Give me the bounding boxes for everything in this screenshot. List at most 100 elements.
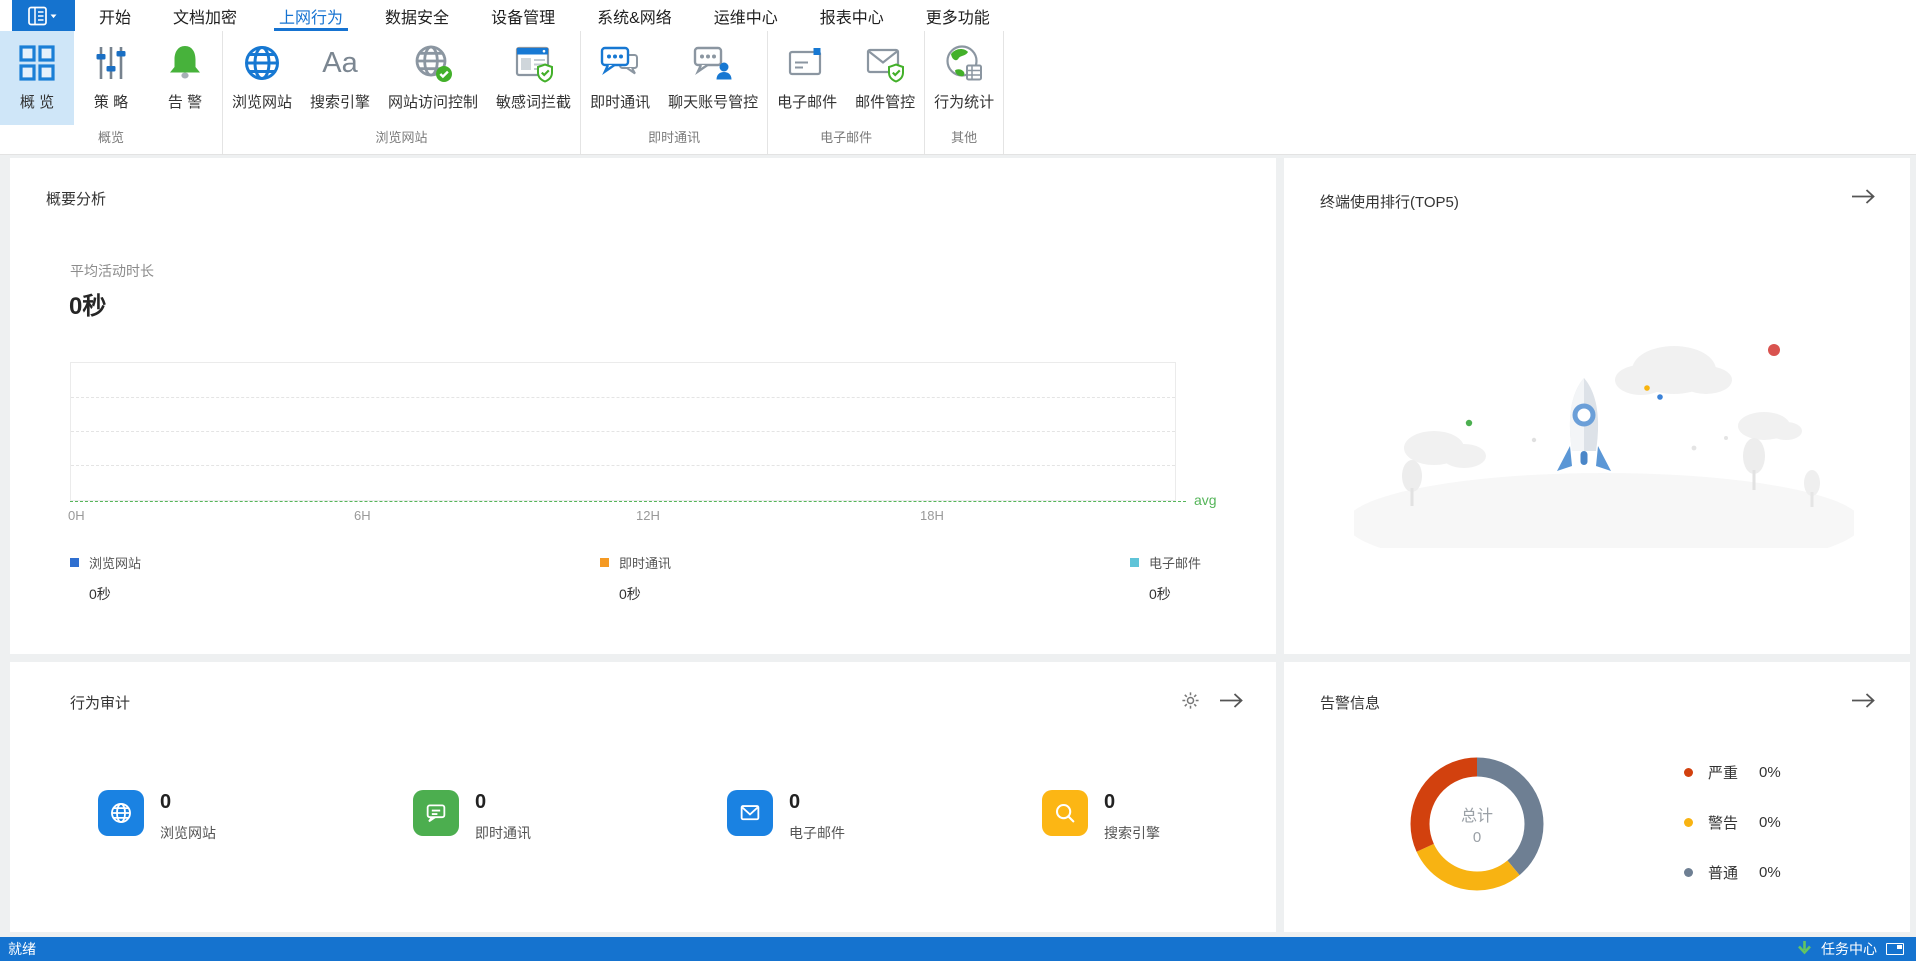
task-center-button[interactable]: 任务中心 [1821,939,1877,959]
status-bar: 就绪 任务中心 [0,937,1916,961]
ribbon-group-im: 即时通讯 聊天账号管控 即时通讯 [581,31,769,154]
ribbon-toolbar: 概 览 策 略 告 警 概览 浏览网站 Aa 搜索引擎 网站访问控制 敏感词拦截… [0,31,1916,155]
menu-tabs: 开始 文档加密 上网行为 数据安全 设备管理 系统&网络 运维中心 报表中心 更… [78,0,1011,31]
behavior-audit-panel: 行为审计 0 浏览网站 0 即时通讯 0 电子邮件 0 搜索引擎 [10,662,1276,932]
ribbon-group-email: 电子邮件 邮件管控 电子邮件 [768,31,926,154]
audit-stat-email: 0 电子邮件 [727,790,845,843]
chart-gridline [71,431,1175,432]
chart-avg-label: avg [1194,492,1217,508]
site-access-control-icon [411,37,455,89]
download-arrow-icon [1797,940,1812,959]
alert-bell-icon [163,37,207,89]
behavior-stats-icon [942,37,986,89]
alert-info-panel: 告警信息 总计 0 严重 0% 警告 0% 普通 0% [1284,662,1910,932]
ribbon-group-label-im: 即时通讯 [648,130,701,145]
audit-stat-search-engine: 0 搜索引擎 [1042,790,1160,843]
chart-gridline [71,397,1175,398]
app-menu-button[interactable] [12,0,75,31]
menu-tab-start[interactable]: 开始 [78,0,152,31]
chart-avg-line [70,501,1186,502]
settings-gear-icon[interactable] [1181,691,1200,715]
ribbon-item-chat-account-control[interactable]: 聊天账号管控 [659,31,767,125]
audit-stat-web-browsing: 0 浏览网站 [98,790,216,843]
x-axis-tick: 12H [636,508,660,523]
status-text: 就绪 [8,941,36,957]
search-icon [1042,790,1088,836]
stat-label: 浏览网站 [160,825,216,841]
menu-tab-ops-center[interactable]: 运维中心 [693,0,799,31]
ribbon-group-overview: 概 览 策 略 告 警 概览 [0,31,223,154]
stat-value: 0 [160,791,172,813]
ribbon-group-web-browsing: 浏览网站 Aa 搜索引擎 网站访问控制 敏感词拦截 浏览网站 [223,31,582,154]
email-shield-icon [863,37,907,89]
ribbon-item-email[interactable]: 电子邮件 [768,31,846,125]
avg-activity-duration-value: 0秒 [69,293,107,320]
menu-bar: 开始 文档加密 上网行为 数据安全 设备管理 系统&网络 运维中心 报表中心 更… [0,0,1916,31]
email-icon [785,37,829,89]
red-dot [1768,344,1780,356]
menu-tab-doc-encryption[interactable]: 文档加密 [152,0,258,31]
panel-title-summary: 概要分析 [46,191,107,208]
legend-item-email: 电子邮件 0秒 [1130,553,1201,604]
terminal-ranking-panel: 终端使用排行(TOP5) [1284,158,1910,654]
empty-state-illustration [1346,318,1862,573]
menu-tab-report-center[interactable]: 报表中心 [799,0,905,31]
ribbon-item-im[interactable]: 即时通讯 [581,31,659,125]
stat-value: 0 [789,791,801,813]
stat-label: 搜索引擎 [1104,825,1160,841]
overview-grid-icon [15,37,59,89]
panel-title-alerts: 告警信息 [1320,695,1381,712]
stat-label: 即时通讯 [475,825,531,841]
chat-icon [413,790,459,836]
legend-marker-orange [600,558,609,567]
x-axis-tick: 18H [920,508,944,523]
legend-item-im: 即时通讯 0秒 [600,553,671,604]
panel-open-arrow-icon[interactable] [1850,188,1876,210]
ribbon-item-sensitive-word-block[interactable]: 敏感词拦截 [487,31,580,125]
legend-marker-cyan [1130,558,1139,567]
menu-tab-device-management[interactable]: 设备管理 [470,0,576,31]
sensitive-word-block-icon [512,37,556,89]
yellow-dot-icon [1684,818,1693,827]
summary-analysis-panel: 概要分析 平均活动时长 0秒 avg 0H 6H 12H 18H 浏览网站 0秒… [10,158,1276,654]
chevron-down-icon [50,14,56,18]
rocket [1557,378,1611,471]
ribbon-item-policy[interactable]: 策 略 [74,31,148,125]
panel-open-arrow-icon[interactable] [1850,692,1876,714]
ribbon-item-alert[interactable]: 告 警 [148,31,222,125]
alert-legend-warning: 警告 0% [1684,812,1781,833]
blue-dot [1657,394,1663,400]
ribbon-item-overview[interactable]: 概 览 [0,31,74,125]
ribbon-group-label-web-browsing: 浏览网站 [375,130,428,145]
ribbon-item-site-access-control[interactable]: 网站访问控制 [379,31,487,125]
menu-tab-web-behavior[interactable]: 上网行为 [258,0,364,31]
ribbon-group-other: 行为统计 其他 [925,31,1005,154]
search-engine-aa-icon: Aa [322,46,358,79]
panel-open-arrow-icon[interactable] [1218,692,1244,714]
ribbon-group-label-other: 其他 [951,130,978,145]
alert-legend-critical: 严重 0% [1684,762,1781,783]
stat-label: 电子邮件 [789,825,845,841]
menu-tab-data-security[interactable]: 数据安全 [364,0,470,31]
ribbon-item-browse-web[interactable]: 浏览网站 [223,31,301,125]
panel-title-ranking: 终端使用排行(TOP5) [1320,194,1459,211]
audit-stat-im: 0 即时通讯 [413,790,531,843]
donut-center-text: 总计 0 [1460,808,1493,846]
task-window-icon[interactable] [1886,943,1904,955]
ribbon-group-label-email: 电子邮件 [820,130,873,145]
browse-web-globe-icon [240,37,284,89]
red-dot-icon [1684,768,1693,777]
legend-marker-blue [70,558,79,567]
chart-gridline [71,465,1175,466]
chat-account-control-icon [691,37,735,89]
ribbon-item-behavior-stats[interactable]: 行为统计 [925,31,1003,125]
activity-line-chart [70,362,1176,501]
alert-donut-chart: 总计 0 [1402,749,1552,899]
im-chat-icon [598,37,642,89]
alert-legend-normal: 普通 0% [1684,862,1781,883]
ribbon-item-search-engine[interactable]: Aa 搜索引擎 [301,31,379,125]
ribbon-item-email-control[interactable]: 邮件管控 [846,31,924,125]
stat-value: 0 [475,791,487,813]
menu-tab-system-network[interactable]: 系统&网络 [576,0,693,31]
menu-tab-more-functions[interactable]: 更多功能 [905,0,1011,31]
